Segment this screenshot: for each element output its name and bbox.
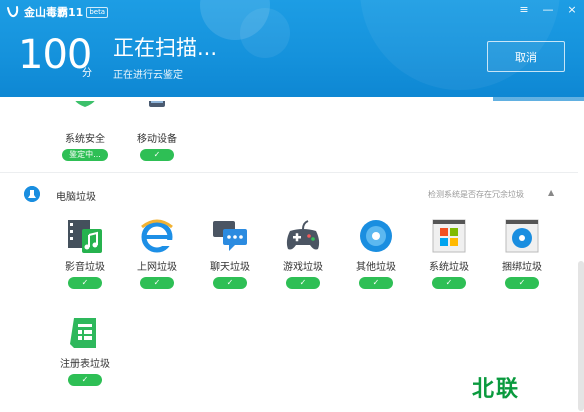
decor-bubble: [240, 8, 290, 58]
item-label: 系统安全: [65, 134, 105, 145]
item-label: 游戏垃圾: [283, 262, 323, 273]
item-label: 上网垃圾: [137, 262, 177, 273]
scrollbar[interactable]: [578, 261, 584, 411]
phone-icon: [149, 101, 165, 107]
status-pill: ✓: [140, 149, 174, 161]
junk-item-bundle[interactable]: 捆绑垃圾 ✓: [487, 217, 557, 289]
broom-icon: [24, 186, 40, 202]
close-icon[interactable]: ×: [566, 4, 578, 16]
scan-content: 系统安全 鉴定中... 移动设备 ✓ 电脑垃圾 检测系统是否存在冗余垃圾 ▲ 影: [0, 101, 584, 412]
status-pill: ✓: [140, 277, 174, 289]
window-controls: ≡ — ×: [518, 4, 578, 16]
item-label: 注册表垃圾: [60, 359, 110, 370]
scan-item-system-security[interactable]: 系统安全 鉴定中...: [50, 101, 120, 161]
item-label: 影音垃圾: [65, 262, 105, 273]
status-pill: ✓: [286, 277, 320, 289]
registry-icon: [70, 318, 96, 348]
check-icon: ✓: [372, 278, 380, 287]
menu-icon[interactable]: ≡: [518, 4, 530, 16]
app-badge: beta: [86, 6, 109, 18]
item-label: 其他垃圾: [356, 262, 396, 273]
app-name: 金山毒霸11: [24, 6, 84, 19]
scan-item-mobile-device[interactable]: 移动设备 ✓: [122, 101, 192, 161]
score-unit: 分: [82, 68, 92, 79]
item-label: 聊天垃圾: [210, 262, 250, 273]
bundle-icon: [505, 219, 539, 253]
section-divider: [0, 172, 578, 173]
disc-icon: [360, 220, 392, 252]
watermark-text: 北联: [472, 377, 521, 402]
junk-item-media[interactable]: 影音垃圾 ✓: [50, 217, 120, 289]
junk-item-system[interactable]: 系统垃圾 ✓: [414, 217, 484, 289]
windows-icon: [432, 219, 466, 253]
ie-icon: [141, 219, 174, 253]
status-text: 鉴定中...: [69, 150, 101, 159]
minimize-icon[interactable]: —: [542, 4, 554, 16]
check-icon: ✓: [153, 150, 161, 159]
check-icon: ✓: [445, 278, 453, 287]
duba-logo-icon: [7, 6, 19, 18]
gamepad-icon: [286, 220, 320, 250]
item-label: 移动设备: [137, 134, 177, 145]
check-icon: ✓: [518, 278, 526, 287]
scan-header: 金山毒霸11 beta ≡ — × 100 分 正在扫描... 正在进行云鉴定 …: [0, 0, 584, 101]
check-icon: ✓: [153, 278, 161, 287]
scan-status-title: 正在扫描...: [113, 36, 218, 60]
junk-item-registry[interactable]: 注册表垃圾 ✓: [50, 314, 120, 386]
chat-icon: [213, 221, 247, 251]
collapse-icon[interactable]: ▲: [548, 188, 554, 197]
status-pill: ✓: [505, 277, 539, 289]
junk-item-web[interactable]: 上网垃圾 ✓: [122, 217, 192, 289]
status-pill: ✓: [68, 374, 102, 386]
junk-item-other[interactable]: 其他垃圾 ✓: [341, 217, 411, 289]
scan-status-subtitle: 正在进行云鉴定: [113, 70, 183, 81]
status-pill: ✓: [359, 277, 393, 289]
check-icon: ✓: [81, 278, 89, 287]
item-label: 系统垃圾: [429, 262, 469, 273]
junk-item-chat[interactable]: 聊天垃圾 ✓: [195, 217, 265, 289]
section-hint: 检测系统是否存在冗余垃圾: [428, 190, 524, 199]
section-title: 电脑垃圾: [56, 192, 96, 203]
shield-icon: [75, 101, 95, 107]
status-pill: ✓: [432, 277, 466, 289]
media-icon: [68, 220, 102, 253]
status-pill: ✓: [68, 277, 102, 289]
scan-score: 100: [18, 32, 92, 78]
app-logo: 金山毒霸11 beta: [6, 4, 109, 20]
status-pill: ✓: [213, 277, 247, 289]
check-icon: ✓: [81, 375, 89, 384]
item-label: 捆绑垃圾: [502, 262, 542, 273]
status-pill: 鉴定中...: [62, 149, 108, 161]
junk-item-game[interactable]: 游戏垃圾 ✓: [268, 217, 338, 289]
check-icon: ✓: [226, 278, 234, 287]
cancel-button[interactable]: 取消: [487, 41, 565, 72]
check-icon: ✓: [299, 278, 307, 287]
